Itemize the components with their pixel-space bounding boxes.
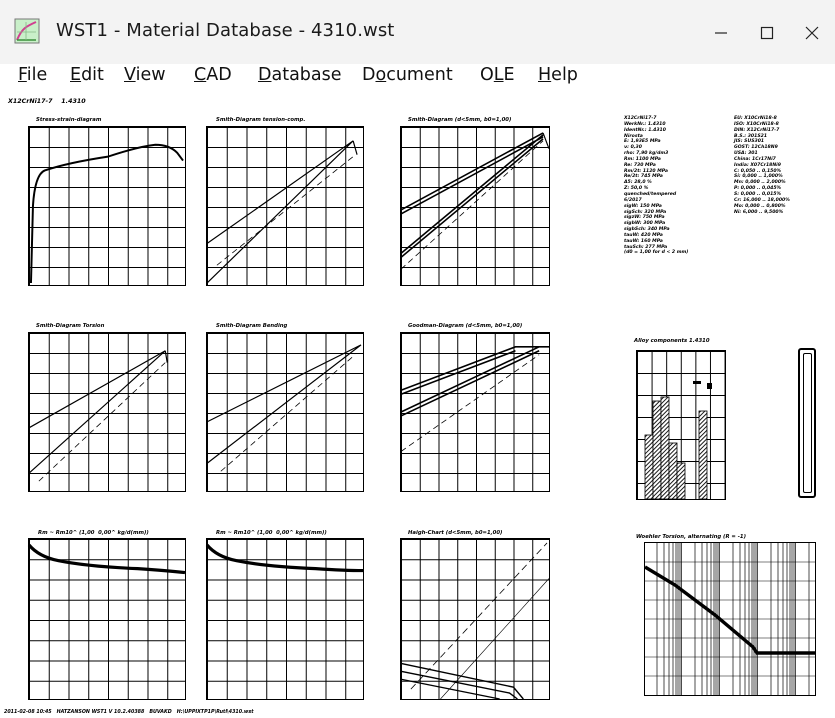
woehler-grid: [645, 543, 815, 695]
menu-file[interactable]: File: [18, 65, 47, 85]
goodman-diagram-chart: [400, 332, 550, 492]
menu-ole[interactable]: OLE: [480, 65, 515, 85]
maximize-button[interactable]: [744, 12, 790, 54]
smith-torsion-lines: [28, 350, 168, 482]
document-heading: X12CrNi17-7 1.4310: [8, 98, 86, 105]
close-button[interactable]: [789, 12, 835, 54]
scroll-thumb[interactable]: [803, 353, 812, 493]
maximize-icon: [760, 26, 774, 40]
chart-title: Alloy components 1.4310: [634, 338, 710, 344]
goodman-diagram-lines: [400, 346, 549, 452]
stress-strain-chart: [28, 126, 186, 286]
document-footer: 2011-02-08 10:45 HATZANSON WST1 V 10.2.4…: [4, 710, 254, 715]
rm-curve: [27, 543, 186, 575]
chart-title: Haigh-Chart (d<5mm, b0=1,00): [408, 530, 503, 536]
haigh-lines: [400, 542, 550, 700]
rm-diameter-chart: [27, 538, 186, 700]
smith-bending-chart: [206, 332, 364, 492]
menu-document[interactable]: Document: [362, 65, 453, 85]
chart-title: Smith-Diagram Torsion: [36, 323, 105, 329]
alloy-components-chart: [636, 350, 726, 500]
app-icon[interactable]: [14, 18, 40, 44]
minimize-button[interactable]: [698, 12, 744, 54]
material-properties: X12CrNi17-7 WerkNr.: 1.4310 IdentNr.: 1.…: [624, 116, 689, 256]
chart-title: Rm ~ Rm10^ (1,00 0,00^ kg/d(mm)): [38, 530, 149, 536]
close-icon: [805, 26, 819, 40]
woehler-torsion-chart: [644, 542, 816, 696]
chart-title: Goodman-Diagram (d<5mm, b0=1,00): [408, 323, 523, 329]
rm-curve-2: [205, 543, 364, 573]
smith-tension-lines: [206, 140, 358, 284]
material-standards: EU: X10CrNi18-8 ISO: X10CrNi18-8 DIN: X1…: [734, 116, 790, 215]
title-bar[interactable]: WST1 - Material Database - 4310.wst: [0, 0, 835, 64]
menu-help[interactable]: Help: [538, 65, 578, 85]
window-title: WST1 - Material Database - 4310.wst: [56, 20, 395, 41]
smith-bending-lines: [206, 344, 362, 472]
chart-title: Smith-Diagram tension-comp.: [216, 117, 306, 123]
chart-title: Smith-Diagram (d<5mm, b0=1,00): [408, 117, 512, 123]
woehler-curve: [645, 565, 815, 655]
menu-cad[interactable]: CAD: [194, 65, 232, 85]
smith-diagram-chart: [400, 126, 550, 286]
menu-edit[interactable]: Edit: [70, 65, 104, 85]
rm-diameter-chart-2: [205, 538, 364, 700]
minimize-icon: [715, 32, 727, 34]
document-area[interactable]: X12CrNi17-7 1.4310 Stress-strain-diagram…: [0, 92, 835, 718]
menu-view[interactable]: View: [124, 65, 166, 85]
chart-title: Stress-strain-diagram: [36, 117, 102, 123]
menu-bar: File Edit View CAD Database Document OLE…: [0, 64, 835, 92]
chart-title: Rm ~ Rm10^ (1,00 0,00^ kg/d(mm)): [216, 530, 327, 536]
stress-strain-curve: [29, 143, 184, 284]
smith-diagram-lines: [400, 132, 550, 270]
alloy-bars: [644, 381, 712, 499]
chart-title: Woehler Torsion, alternating (R = -1): [636, 534, 746, 540]
chart-title: Smith-Diagram Bending: [216, 323, 288, 329]
smith-torsion-chart: [28, 332, 186, 492]
smith-tension-chart: [206, 126, 364, 286]
haigh-chart: [400, 538, 550, 700]
scroll-indicator[interactable]: [798, 348, 816, 498]
menu-database[interactable]: Database: [258, 65, 342, 85]
